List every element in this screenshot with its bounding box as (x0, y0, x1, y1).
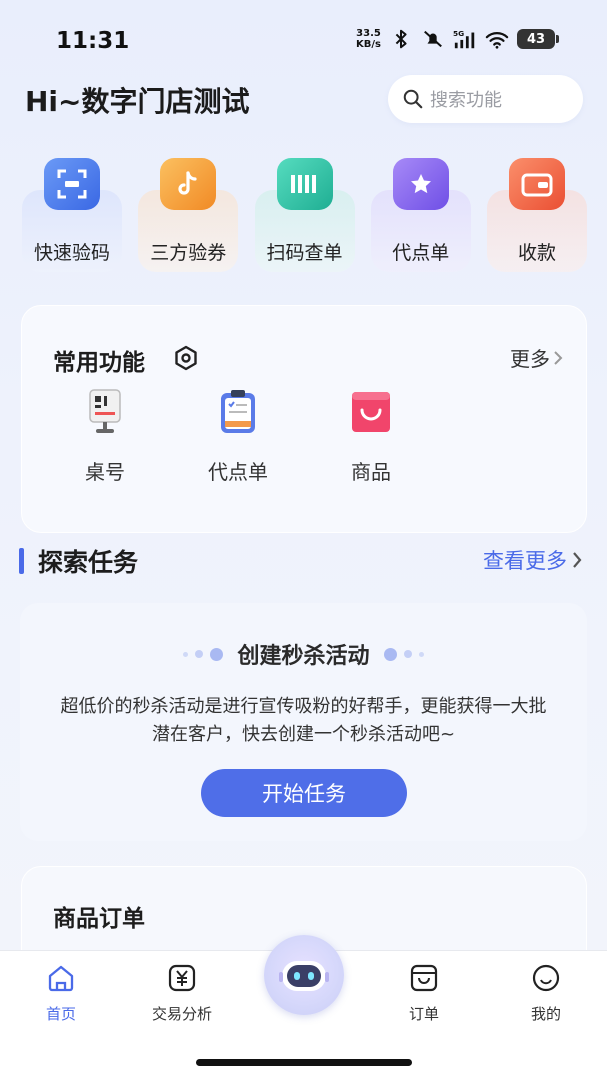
nav-mine[interactable]: 我的 (501, 963, 591, 1024)
robot-assistant-button[interactable] (264, 935, 344, 1015)
nav-label: 交易分析 (151, 1005, 212, 1023)
quick-action-third-party-coupon[interactable]: 三方验券 (138, 150, 239, 272)
net-speed: 33.5 KB/s (356, 28, 381, 50)
task-heading-row: 创建秒杀活动 (20, 638, 587, 670)
quick-action-label: 快速验码 (33, 242, 110, 264)
net-speed-unit: KB/s (356, 39, 381, 50)
task-description: 超低价的秒杀活动是进行宣传吸粉的好帮手，更能获得一大批潜在客户，快去创建一个秒杀… (60, 696, 547, 745)
smile-icon (532, 964, 560, 992)
star-order-icon (392, 158, 449, 210)
explore-tasks-title: 探索任务 (38, 548, 139, 577)
task-card: 创建秒杀活动 超低价的秒杀活动是进行宣传吸粉的好帮手，更能获得一大批潜在客户，快… (20, 603, 587, 841)
bluetooth-icon (395, 29, 407, 49)
clipboard-order-icon (221, 390, 255, 433)
chevron-right-icon (573, 552, 582, 568)
shopping-bag-icon (352, 392, 390, 432)
status-bar: 11:31 33.5 KB/s 5G 43 (0, 0, 607, 80)
function-item-products[interactable]: 商品 (316, 388, 426, 485)
net-speed-value: 33.5 (356, 28, 381, 39)
task-heading: 创建秒杀活动 (237, 644, 370, 669)
product-orders-title: 商品订单 (53, 906, 145, 932)
function-item-proxy-order[interactable]: 代点单 (183, 388, 293, 485)
nav-trade-analysis[interactable]: 交易分析 (137, 963, 227, 1024)
nav-label: 订单 (408, 1005, 439, 1023)
common-functions-title: 常用功能 (53, 350, 145, 376)
quick-action-label: 扫码查单 (266, 242, 343, 264)
search-input[interactable]: 搜索功能 (388, 75, 583, 123)
explore-more-label: 查看更多 (483, 549, 567, 573)
robot-assistant-icon (279, 961, 329, 991)
table-number-icon (89, 389, 121, 433)
function-label: 桌号 (85, 460, 125, 484)
chevron-right-icon (554, 350, 563, 365)
common-functions-more-link[interactable]: 更多 (510, 343, 564, 372)
quick-action-collect-payment[interactable]: 收款 (487, 150, 587, 272)
settings-icon[interactable] (172, 344, 200, 372)
common-functions-card: 常用功能 更多 桌号 代点单 商品 (21, 305, 587, 533)
function-item-table-number[interactable]: 桌号 (50, 388, 160, 485)
decorative-dots-right (383, 647, 424, 661)
quick-actions: 快速验码 三方验券 扫码查单 代点单 收款 (22, 150, 587, 272)
mute-icon (424, 30, 442, 48)
home-indicator (196, 1059, 412, 1066)
quick-action-proxy-order[interactable]: 代点单 (370, 150, 471, 272)
order-icon (410, 964, 438, 992)
decorative-dots-left (183, 647, 224, 661)
quick-action-label: 代点单 (392, 242, 450, 264)
nav-label: 首页 (45, 1005, 76, 1023)
quick-action-fast-verify[interactable]: 快速验码 (22, 150, 122, 272)
scan-order-icon (276, 158, 333, 210)
status-icons: 33.5 KB/s 5G 43 (356, 28, 559, 50)
svg-text:5G: 5G (453, 29, 464, 38)
section-accent-bar (19, 548, 24, 574)
greeting-title: Hi~数字门店测试 (25, 85, 250, 118)
status-time: 11:31 (56, 28, 130, 54)
nav-orders[interactable]: 订单 (379, 963, 469, 1024)
function-label: 商品 (351, 460, 391, 484)
douyin-ticket-icon (160, 158, 217, 210)
explore-more-link[interactable]: 查看更多 (483, 545, 583, 575)
search-icon (403, 89, 423, 109)
signal-icon: 5G (453, 29, 475, 49)
more-label: 更多 (510, 347, 550, 371)
function-label: 代点单 (208, 460, 268, 484)
search-placeholder: 搜索功能 (430, 90, 502, 111)
wifi-icon (485, 32, 509, 49)
yen-icon (168, 964, 196, 992)
quick-action-scan-order[interactable]: 扫码查单 (254, 150, 355, 272)
scan-code-icon (44, 158, 100, 210)
wallet-icon (509, 158, 565, 210)
quick-action-label: 三方验券 (150, 242, 227, 264)
nav-label: 我的 (530, 1005, 561, 1023)
nav-home[interactable]: 首页 (16, 963, 106, 1024)
quick-action-label: 收款 (517, 242, 556, 264)
home-icon (48, 965, 74, 992)
battery-indicator: 43 (517, 29, 559, 49)
start-task-button[interactable]: 开始任务 (201, 769, 407, 817)
